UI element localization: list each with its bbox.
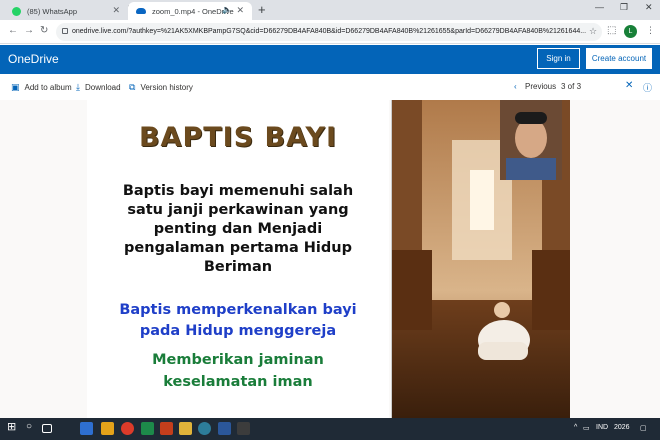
slide-title: BAPTIS BAYI xyxy=(138,122,338,153)
browser-tab-strip: (85) WhatsApp ✕ zoom_0.mp4 - OneDrive 🔈 … xyxy=(0,0,660,20)
notification-icon[interactable]: ▢ xyxy=(640,424,647,432)
speaker-icon[interactable]: 🔈 xyxy=(222,5,232,14)
clock[interactable]: 2026 xyxy=(614,424,630,431)
onedrive-brand[interactable]: OneDrive xyxy=(8,52,59,66)
media-viewer: BAPTIS BAYI Baptis bayi memenuhi salah s… xyxy=(0,100,660,418)
forward-icon[interactable]: → xyxy=(24,25,34,36)
command-bar: ▣ Add to album ⤓ Download ⧉ Version hist… xyxy=(0,74,660,100)
slide-line: keselamatan iman xyxy=(163,374,313,390)
lock-icon[interactable] xyxy=(62,28,68,34)
add-to-album-label: Add to album xyxy=(24,83,72,92)
slide-line: satu janji perkawinan yang xyxy=(127,202,349,218)
app-icon[interactable] xyxy=(179,422,192,435)
download-icon: ⤓ xyxy=(76,82,80,92)
app-icon[interactable] xyxy=(160,422,173,435)
slide-text-blue: Baptis memperkenalkan bayi pada Hidup me… xyxy=(87,300,389,342)
bookmark-star-icon[interactable]: ☆ xyxy=(589,26,597,37)
tab-onedrive[interactable]: zoom_0.mp4 - OneDrive 🔈 ✕ xyxy=(128,2,252,20)
back-icon[interactable]: ← xyxy=(8,25,18,36)
download-label: Download xyxy=(84,83,121,92)
chrome-icon[interactable] xyxy=(121,422,134,435)
tab-whatsapp[interactable]: (85) WhatsApp ✕ xyxy=(4,2,128,20)
minimize-icon[interactable]: — xyxy=(595,2,604,12)
slide-line: Baptis memperkenalkan bayi xyxy=(119,302,357,318)
app-icon[interactable] xyxy=(198,422,211,435)
add-to-album-button[interactable]: ▣ Add to album xyxy=(11,82,72,93)
slide-line: Beriman xyxy=(203,259,273,275)
page-position: 3 of 3 xyxy=(561,82,582,91)
slide-line: pengalaman pertama Hidup xyxy=(124,240,352,256)
info-icon[interactable]: ⓘ xyxy=(643,81,652,94)
onedrive-icon xyxy=(136,8,146,14)
app-icon[interactable] xyxy=(80,422,93,435)
address-bar: ← → ↻ onedrive.live.com/?authkey=%21AK5X… xyxy=(0,20,660,44)
close-icon[interactable]: ✕ xyxy=(236,5,244,16)
slide-line: Memberikan jaminan xyxy=(152,352,324,368)
url-input[interactable]: onedrive.live.com/?authkey=%21AK5XMKBPam… xyxy=(56,23,602,41)
close-viewer-icon[interactable]: ✕ xyxy=(625,80,633,91)
app-icon[interactable] xyxy=(237,422,250,435)
slide-line: Baptis bayi memenuhi salah xyxy=(122,183,354,199)
church-baby-photo xyxy=(391,100,570,418)
profile-avatar[interactable]: L xyxy=(624,25,637,38)
album-icon: ▣ xyxy=(11,82,20,92)
file-explorer-icon[interactable] xyxy=(101,422,114,435)
menu-icon[interactable]: ⋮ xyxy=(646,25,655,36)
version-history-button[interactable]: ⧉ Version history xyxy=(129,82,193,93)
create-account-button[interactable]: Create account xyxy=(586,48,652,69)
version-history-icon: ⧉ xyxy=(129,82,136,92)
video-slide: BAPTIS BAYI Baptis bayi memenuhi salah s… xyxy=(87,100,389,418)
language-indicator[interactable]: IND xyxy=(596,424,608,431)
slide-line: penting dan Menjadi xyxy=(153,221,323,237)
tray-chevron-icon[interactable]: ^ xyxy=(574,424,577,431)
search-icon[interactable]: ○ xyxy=(26,421,39,434)
extension-icon[interactable]: ⬚ xyxy=(607,25,616,36)
sign-in-button[interactable]: Sign in xyxy=(537,48,580,69)
slide-line: pada Hidup menggereja xyxy=(139,323,337,339)
close-icon[interactable]: ✕ xyxy=(112,5,120,16)
word-icon[interactable] xyxy=(218,422,231,435)
slide-text-green: Memberikan jaminan keselamatan iman xyxy=(87,349,389,393)
tab-whatsapp-label: (85) WhatsApp xyxy=(27,6,78,16)
window-close-icon[interactable]: ✕ xyxy=(645,2,653,13)
whatsapp-icon xyxy=(12,6,21,16)
app-icon[interactable] xyxy=(141,422,154,435)
version-history-label: Version history xyxy=(140,83,193,92)
network-icon[interactable]: ▭ xyxy=(583,424,590,432)
download-button[interactable]: ⤓ Download xyxy=(76,82,121,93)
slide-text-black: Baptis bayi memenuhi salah satu janji pe… xyxy=(87,182,389,277)
windows-taskbar: ⊞ ○ ^ ▭ IND 2026 ▢ xyxy=(0,418,660,440)
new-tab-button[interactable]: + xyxy=(258,2,266,17)
previous-button[interactable]: Previous xyxy=(525,82,556,91)
onedrive-header: OneDrive Sign in Create account xyxy=(0,45,660,74)
maximize-icon[interactable]: ❐ xyxy=(620,2,628,13)
windows-start-icon[interactable]: ⊞ xyxy=(7,420,20,433)
church-illustration xyxy=(392,100,570,418)
reload-icon[interactable]: ↻ xyxy=(40,25,48,36)
chevron-left-icon[interactable]: ‹ xyxy=(514,82,517,91)
task-view-icon[interactable] xyxy=(42,424,52,433)
